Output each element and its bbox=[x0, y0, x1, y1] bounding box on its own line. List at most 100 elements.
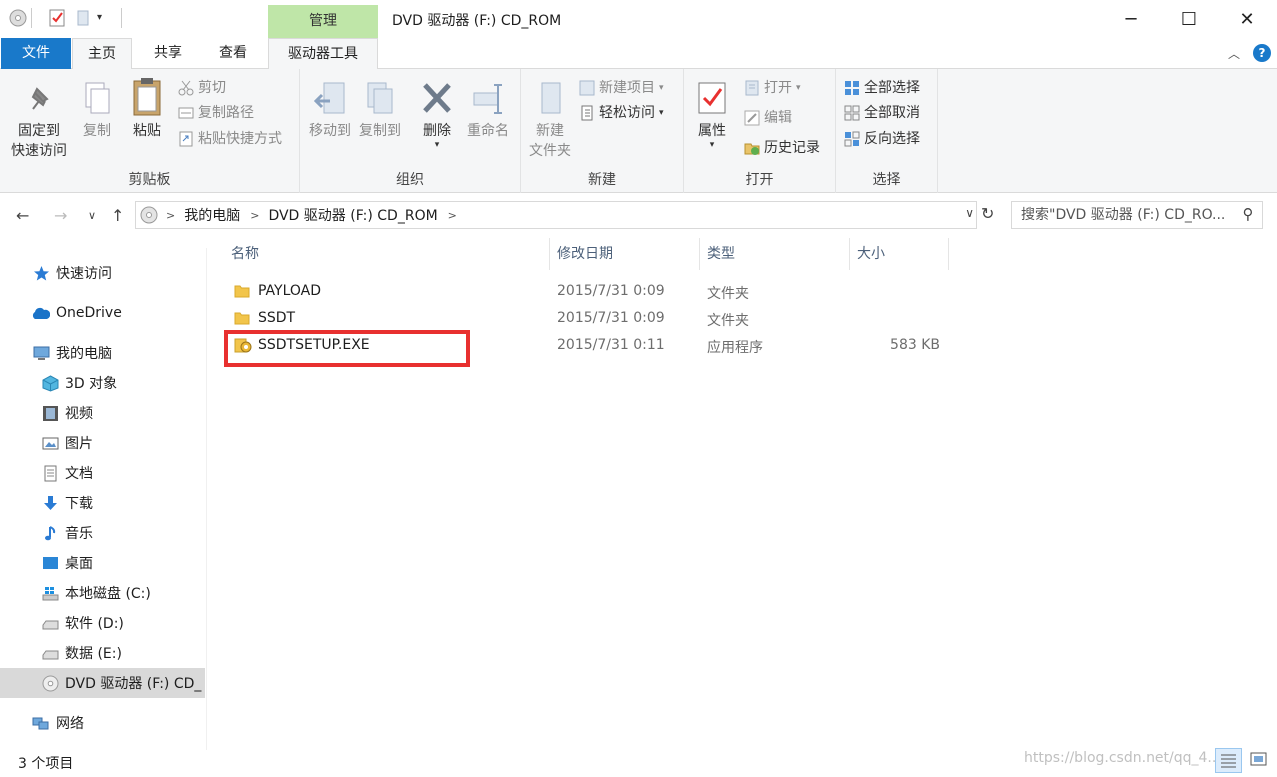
file-name: PAYLOAD bbox=[258, 283, 322, 299]
invert-selection-icon bbox=[844, 131, 860, 147]
column-divider[interactable] bbox=[699, 238, 700, 270]
clipboard-group-label: 剪贴板 bbox=[128, 172, 171, 188]
delete-dropdown-icon[interactable]: ▾ bbox=[416, 141, 458, 150]
sidebar-item-3d-objects[interactable]: 3D 对象 bbox=[0, 368, 205, 398]
tab-home[interactable]: 主页 bbox=[72, 38, 132, 70]
sidebar-item-drive-c[interactable]: 本地磁盘 (C:) bbox=[0, 578, 205, 608]
maximize-button[interactable]: ☐ bbox=[1160, 0, 1218, 38]
new-folder-button[interactable]: 新建 文件夹 bbox=[527, 81, 573, 161]
copy-label: 复制 bbox=[83, 123, 111, 139]
new-group: 新建 文件夹 新建项目 ▾ 轻松访问 ▾ 新建 bbox=[521, 69, 684, 193]
details-view-icon bbox=[1221, 754, 1236, 768]
folder-icon bbox=[234, 311, 250, 329]
column-header-name[interactable]: 名称 bbox=[231, 244, 259, 270]
column-header-size[interactable]: 大小 bbox=[857, 244, 885, 270]
select-all-button[interactable]: 全部选择 bbox=[844, 77, 920, 99]
new-group-label: 新建 bbox=[588, 172, 616, 188]
large-icons-view-button[interactable] bbox=[1246, 748, 1273, 773]
sidebar-item-label: 图片 bbox=[65, 436, 93, 452]
manage-contextual-tab[interactable]: 管理 bbox=[268, 5, 378, 38]
tab-view[interactable]: 查看 bbox=[203, 38, 263, 69]
breadcrumb-dvd-drive[interactable]: DVD 驱动器 (F:) CD_ROM bbox=[268, 205, 437, 225]
paste-shortcut-icon bbox=[178, 131, 194, 147]
breadcrumb-separator-icon[interactable]: > bbox=[448, 209, 457, 222]
select-none-button[interactable]: 全部取消 bbox=[844, 102, 920, 124]
open-group: 属性 ▾ 打开 ▾ 编辑 历史记录 打开 bbox=[684, 69, 836, 193]
sidebar-item-drive-e[interactable]: 数据 (E:) bbox=[0, 638, 205, 668]
column-divider[interactable] bbox=[849, 238, 850, 270]
paste-button[interactable]: 粘贴 bbox=[126, 77, 168, 141]
breadcrumb-this-pc[interactable]: 我的电脑 bbox=[184, 205, 240, 225]
film-icon bbox=[42, 405, 59, 422]
delete-button[interactable]: 删除 ▾ bbox=[416, 81, 458, 150]
folder-icon bbox=[234, 284, 250, 302]
properties-dropdown-icon[interactable]: ▾ bbox=[690, 141, 734, 150]
history-button[interactable]: 历史记录 bbox=[744, 137, 820, 159]
sidebar-item-downloads[interactable]: 下载 bbox=[0, 488, 205, 518]
sidebar-item-quick-access[interactable]: 快速访问 bbox=[0, 258, 205, 288]
minimize-button[interactable]: ─ bbox=[1102, 0, 1160, 38]
easy-access-dropdown-icon: ▾ bbox=[659, 108, 664, 118]
properties-button[interactable]: 属性 ▾ bbox=[690, 81, 734, 150]
sidebar-item-label: 本地磁盘 (C:) bbox=[65, 586, 151, 602]
search-icon[interactable]: ⚲ bbox=[1238, 205, 1258, 223]
invert-selection-button[interactable]: 反向选择 bbox=[844, 128, 920, 150]
column-header-type[interactable]: 类型 bbox=[707, 244, 735, 270]
search-input[interactable]: 搜索"DVD 驱动器 (F:) CD_RO... bbox=[1011, 201, 1263, 229]
tab-file[interactable]: 文件 bbox=[1, 38, 71, 69]
column-divider[interactable] bbox=[549, 238, 550, 270]
tab-drive-tools[interactable]: 驱动器工具 bbox=[268, 38, 378, 70]
easy-access-button[interactable]: 轻松访问 ▾ bbox=[579, 102, 664, 124]
up-arrow-icon[interactable]: ↑ bbox=[111, 206, 124, 225]
copy-to-button[interactable]: 复制到 bbox=[356, 81, 404, 141]
qat-dropdown-icon[interactable]: ▾ bbox=[97, 9, 115, 27]
navigation-pane: 快速访问 OneDrive 我的电脑 3D 对象 视频 图片 文档 下载 音乐 … bbox=[0, 248, 207, 750]
close-button[interactable]: ✕ bbox=[1218, 0, 1276, 38]
properties-qat-icon[interactable] bbox=[48, 9, 66, 27]
sidebar-item-desktop[interactable]: 桌面 bbox=[0, 548, 205, 578]
rename-icon bbox=[472, 81, 504, 117]
breadcrumb-separator-icon[interactable]: > bbox=[166, 209, 175, 222]
tab-share[interactable]: 共享 bbox=[138, 38, 198, 69]
sidebar-item-drive-d[interactable]: 软件 (D:) bbox=[0, 608, 205, 638]
new-folder-qat-icon[interactable] bbox=[74, 9, 92, 27]
address-bar[interactable]: > 我的电脑 > DVD 驱动器 (F:) CD_ROM > ∨ bbox=[135, 201, 977, 229]
qat-divider bbox=[121, 8, 122, 28]
pin-quick-access-button[interactable]: 固定到 快速访问 bbox=[8, 81, 70, 161]
collapse-ribbon-icon[interactable]: ︿ bbox=[1228, 45, 1240, 62]
breadcrumb-separator-icon[interactable]: > bbox=[250, 209, 259, 222]
copy-button[interactable]: 复制 bbox=[76, 81, 118, 141]
sidebar-item-videos[interactable]: 视频 bbox=[0, 398, 205, 428]
move-to-button[interactable]: 移动到 bbox=[306, 81, 354, 141]
paste-shortcut-button[interactable]: 粘贴快捷方式 bbox=[178, 128, 282, 150]
open-label: 打开 bbox=[764, 80, 792, 96]
clipboard-group: 固定到 快速访问 复制 粘贴 剪切 复制路径 粘贴快捷方式 剪贴板 bbox=[0, 69, 300, 193]
forward-arrow-icon[interactable]: → bbox=[54, 206, 67, 225]
address-dropdown-icon[interactable]: ∨ bbox=[965, 206, 974, 220]
sidebar-item-dvd-drive[interactable]: DVD 驱动器 (F:) CD_ bbox=[0, 668, 205, 698]
open-button[interactable]: 打开 ▾ bbox=[744, 77, 801, 99]
file-row-payload[interactable]: PAYLOAD 2015/7/31 0:09 文件夹 bbox=[230, 279, 950, 306]
back-arrow-icon[interactable]: ← bbox=[16, 206, 29, 225]
copy-path-button[interactable]: 复制路径 bbox=[178, 102, 254, 124]
sidebar-item-pictures[interactable]: 图片 bbox=[0, 428, 205, 458]
column-divider[interactable] bbox=[948, 238, 949, 270]
sidebar-item-this-pc[interactable]: 我的电脑 bbox=[0, 338, 205, 368]
rename-button[interactable]: 重命名 bbox=[464, 81, 512, 141]
edit-button[interactable]: 编辑 bbox=[744, 107, 792, 129]
refresh-icon[interactable]: ↻ bbox=[981, 204, 994, 223]
file-row-ssdt[interactable]: SSDT 2015/7/31 0:09 文件夹 bbox=[230, 306, 950, 333]
sidebar-item-music[interactable]: 音乐 bbox=[0, 518, 205, 548]
sidebar-item-onedrive[interactable]: OneDrive bbox=[0, 298, 205, 328]
details-view-button[interactable] bbox=[1215, 748, 1242, 773]
help-icon[interactable]: ? bbox=[1253, 44, 1271, 62]
recent-locations-chevron-icon[interactable]: ∨ bbox=[88, 209, 96, 222]
file-name: SSDT bbox=[258, 310, 296, 326]
new-item-button[interactable]: 新建项目 ▾ bbox=[579, 77, 664, 99]
column-header-date[interactable]: 修改日期 bbox=[557, 244, 613, 270]
sidebar-item-network[interactable]: 网络 bbox=[0, 708, 205, 738]
dvd-window-icon[interactable] bbox=[9, 9, 27, 27]
drive-icon bbox=[42, 615, 59, 632]
sidebar-item-documents[interactable]: 文档 bbox=[0, 458, 205, 488]
cut-button[interactable]: 剪切 bbox=[178, 77, 226, 99]
